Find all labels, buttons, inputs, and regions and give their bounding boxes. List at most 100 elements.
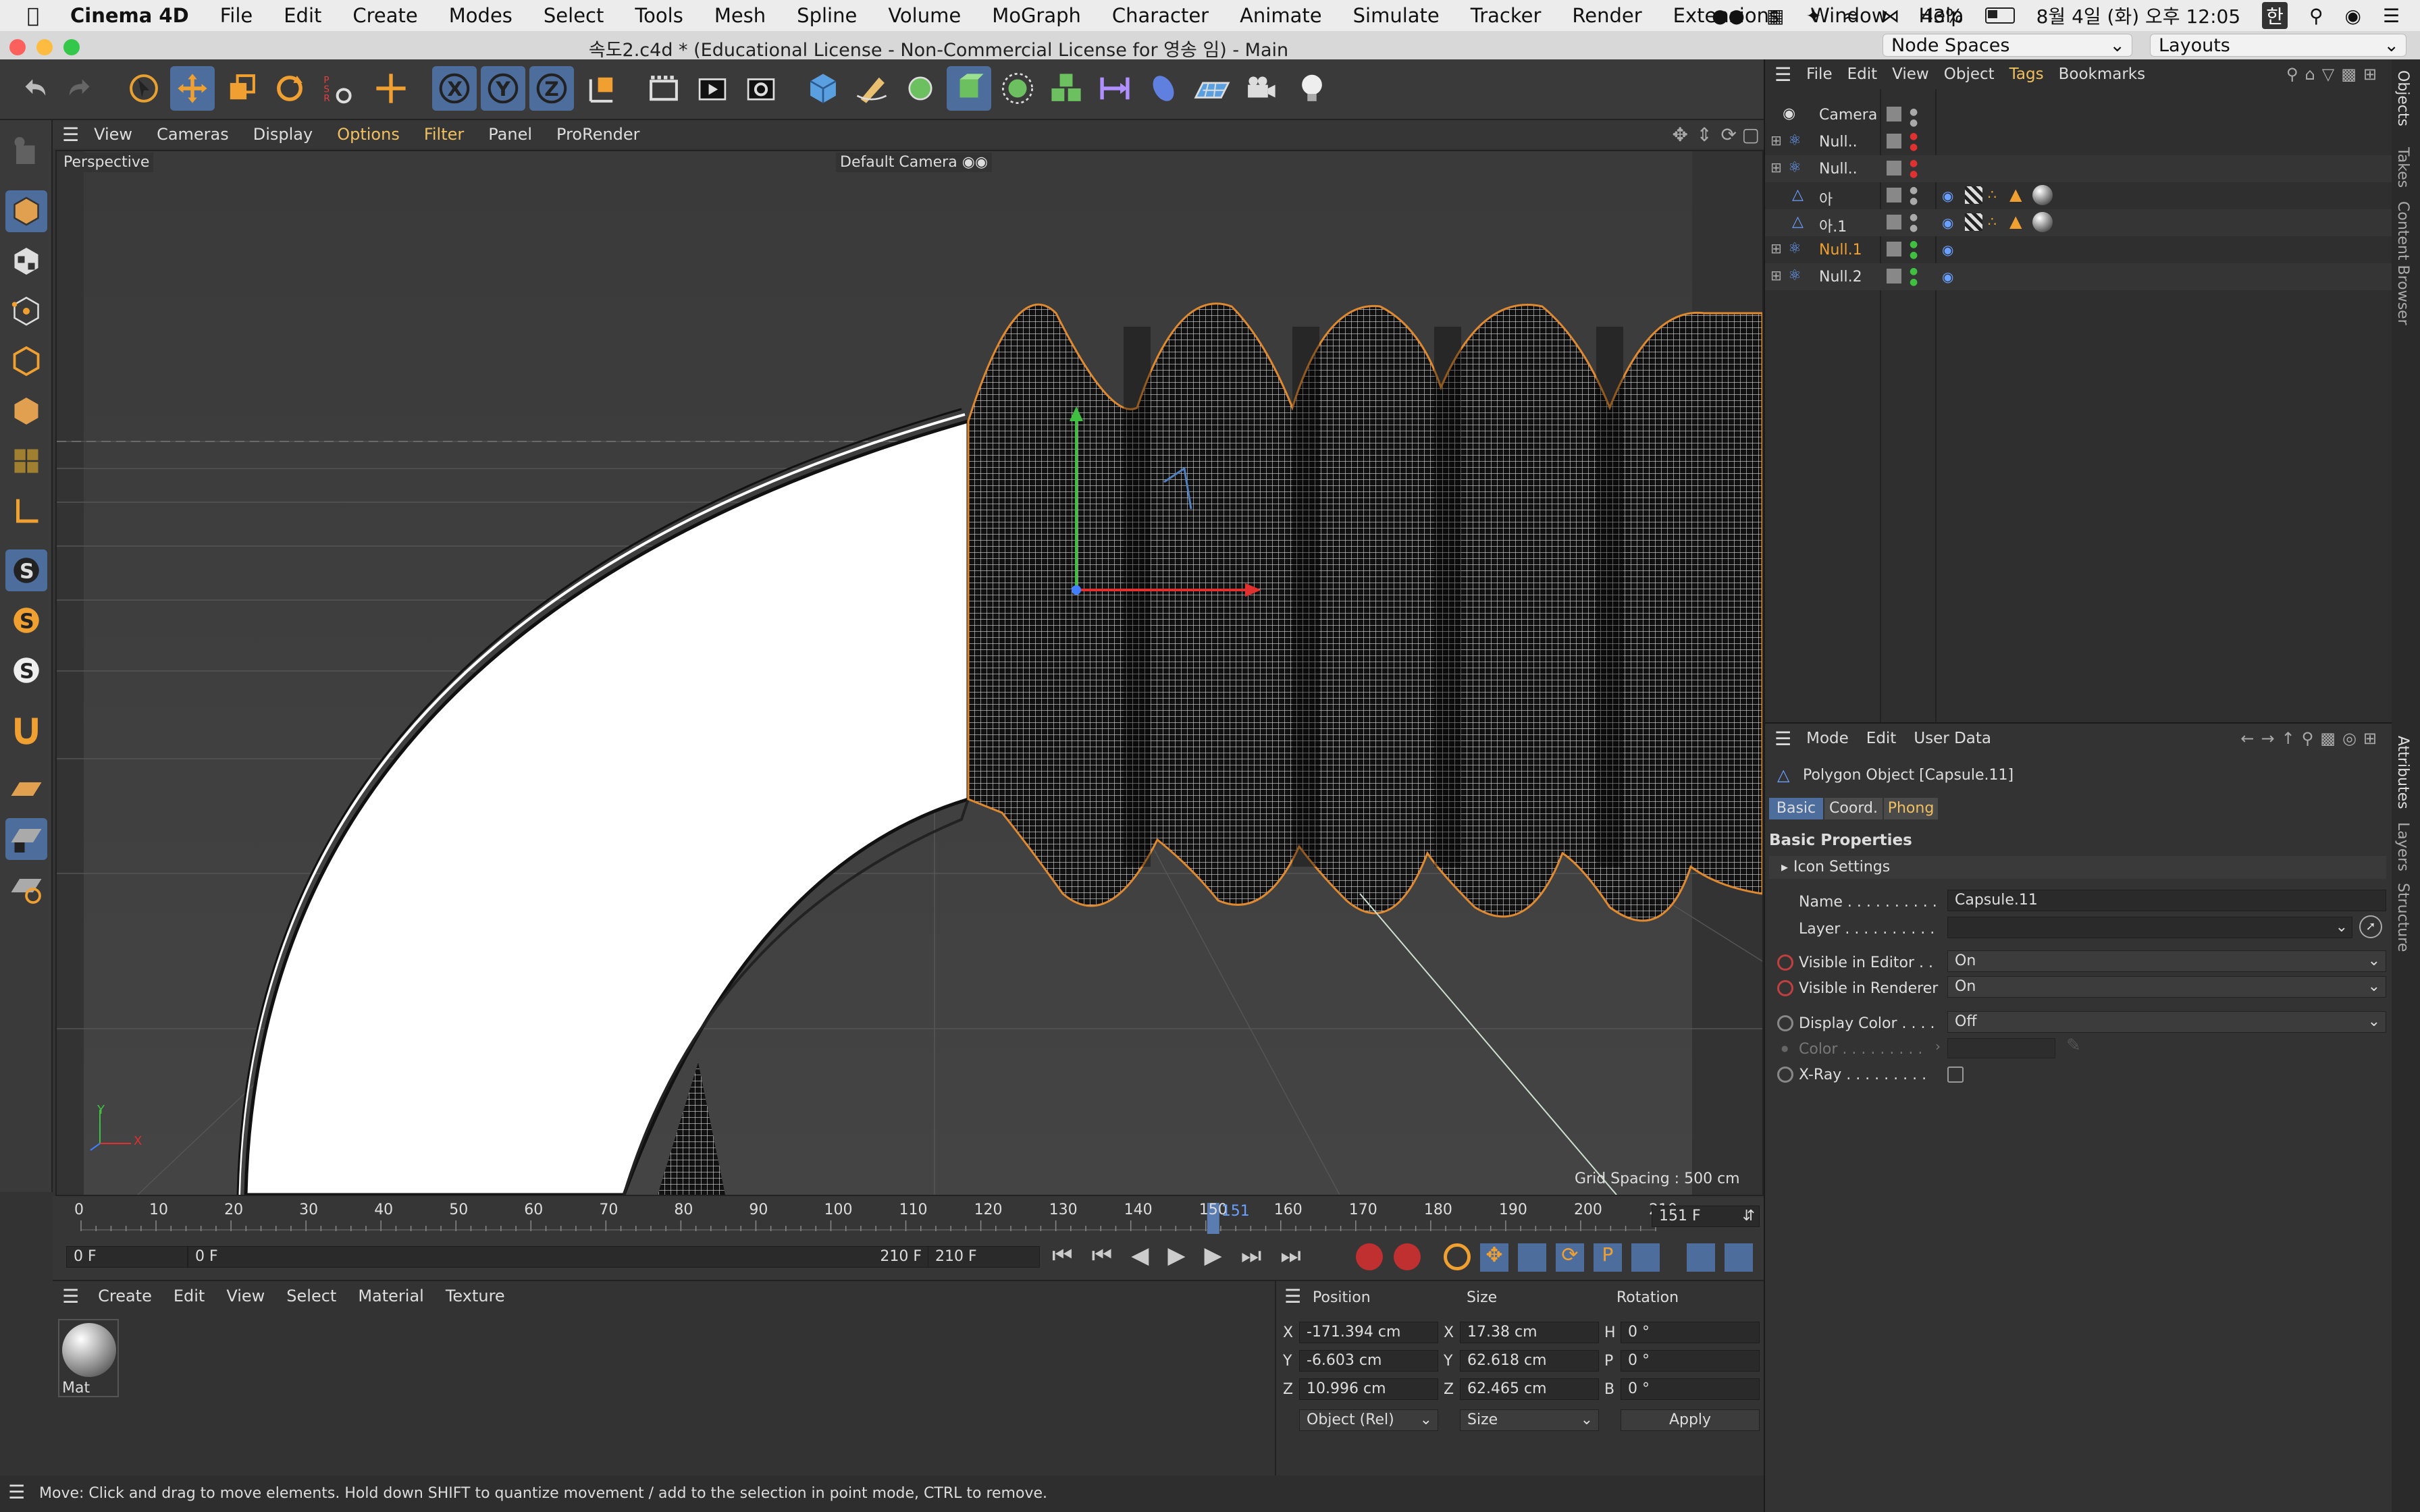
- node-spaces-dropdown[interactable]: Node Spaces ⌄: [1883, 34, 2132, 57]
- pos-y-field[interactable]: -6.603 cm: [1299, 1350, 1438, 1372]
- spotlight-search-icon[interactable]: ⚲: [2309, 5, 2323, 27]
- edges-mode-button[interactable]: [5, 340, 47, 382]
- menu-render[interactable]: Render: [1572, 4, 1641, 27]
- selection-tag-icon[interactable]: ∴: [1988, 186, 1997, 202]
- phong-tag-icon[interactable]: ◉: [1942, 242, 1953, 258]
- side-tab-layers[interactable]: Layers: [2394, 822, 2411, 871]
- array-button[interactable]: [1044, 66, 1088, 111]
- visibility-dots-icon[interactable]: ● ●: [1910, 212, 1918, 234]
- pen-spline-button[interactable]: [849, 66, 894, 111]
- menu-tracker[interactable]: Tracker: [1471, 4, 1542, 27]
- object-menu-edit[interactable]: Edit: [1847, 65, 1878, 83]
- workplane-rotate-button[interactable]: [5, 868, 47, 910]
- pan-view-icon[interactable]: ✥: [1673, 124, 1688, 146]
- scale-tool-button[interactable]: [219, 66, 263, 111]
- material-tag-icon[interactable]: [2032, 212, 2053, 232]
- start-frame-field[interactable]: 0 F: [66, 1246, 188, 1268]
- phong-tag-icon[interactable]: ◉: [1942, 269, 1953, 285]
- light-object-button[interactable]: [1290, 66, 1334, 111]
- coordinate-system-button[interactable]: [579, 66, 624, 111]
- lock-icon[interactable]: ▩: [2320, 729, 2342, 748]
- workplane-button[interactable]: [5, 490, 47, 532]
- extrude-generator-button[interactable]: [947, 66, 991, 111]
- zoom-view-icon[interactable]: ⇕: [1697, 124, 1712, 146]
- move-tool-button[interactable]: [170, 66, 215, 111]
- viewport-menu-panel[interactable]: Panel: [488, 125, 532, 144]
- object-menu-view[interactable]: View: [1892, 65, 1929, 83]
- expand-icon[interactable]: ⊞: [1770, 240, 1782, 256]
- object-menu-tags[interactable]: Tags: [2009, 65, 2044, 83]
- go-to-end-icon[interactable]: ⏭: [1280, 1242, 1301, 1269]
- model-mode-button[interactable]: [5, 190, 47, 232]
- name-field[interactable]: Capsule.11: [1947, 890, 2386, 911]
- menu-select[interactable]: Select: [544, 4, 604, 27]
- search-icon[interactable]: ⚲: [2286, 65, 2305, 84]
- home-icon[interactable]: ⌂: [2305, 65, 2322, 84]
- editor-toggle-icon[interactable]: [1887, 188, 1901, 202]
- hamburger-menu-icon[interactable]: ☰: [62, 1285, 79, 1307]
- rotate-tool-button[interactable]: [267, 66, 312, 111]
- material-menu-material[interactable]: Material: [358, 1287, 424, 1305]
- new-panel-icon[interactable]: ⊞: [2363, 65, 2384, 84]
- menu-volume[interactable]: Volume: [888, 4, 961, 27]
- magnet-button[interactable]: [5, 709, 47, 751]
- menu-simulate[interactable]: Simulate: [1353, 4, 1440, 27]
- hamburger-menu-icon[interactable]: ☰: [1774, 728, 1791, 750]
- viewport-menu-view[interactable]: View: [94, 125, 132, 144]
- polygons-mode-button[interactable]: [5, 390, 47, 432]
- filter-icon[interactable]: ▽: [2322, 65, 2341, 84]
- previous-key-icon[interactable]: ⏮: [1092, 1242, 1113, 1269]
- render-settings-button[interactable]: [739, 66, 783, 111]
- tab-phong[interactable]: Phong: [1884, 798, 1938, 819]
- z-axis-lock-button[interactable]: Z: [529, 66, 574, 111]
- side-tab-content-browser[interactable]: Content Browser: [2394, 201, 2411, 325]
- visibility-dots-icon[interactable]: ● ●: [1910, 158, 1918, 180]
- app-grid-icon[interactable]: ▦: [1766, 5, 1784, 27]
- editor-toggle-icon[interactable]: [1887, 134, 1901, 148]
- perspective-label[interactable]: Perspective: [59, 153, 154, 172]
- editor-toggle-icon[interactable]: [1887, 215, 1901, 230]
- hamburger-menu-icon[interactable]: ☰: [1774, 63, 1791, 86]
- attr-menu-edit[interactable]: Edit: [1866, 730, 1897, 747]
- rot-h-field[interactable]: 0 °: [1621, 1322, 1760, 1343]
- attr-menu-mode[interactable]: Mode: [1806, 730, 1849, 747]
- orbit-view-icon[interactable]: ⟳: [1721, 124, 1737, 146]
- redo-button[interactable]: [58, 66, 103, 111]
- up-arrow-icon[interactable]: ↑: [2282, 729, 2302, 748]
- layouts-dropdown[interactable]: Layouts ⌄: [2150, 34, 2406, 57]
- bend-deformer-button[interactable]: [1093, 66, 1137, 111]
- menu-spline[interactable]: Spline: [797, 4, 857, 27]
- xray-checkbox[interactable]: [1947, 1066, 1964, 1083]
- layer-field[interactable]: ⌄: [1947, 917, 2352, 938]
- pos-x-field[interactable]: -171.394 cm: [1299, 1322, 1438, 1343]
- attr-menu-user-data[interactable]: User Data: [1914, 730, 1991, 747]
- new-panel-icon[interactable]: ⊞: [2363, 729, 2384, 748]
- polygon-selection-tag-icon[interactable]: ▲: [2009, 185, 2022, 204]
- sound-icon[interactable]: [1687, 1243, 1715, 1272]
- visibility-dots-icon[interactable]: ● ●: [1910, 107, 1918, 128]
- hamburger-menu-icon[interactable]: ☰: [62, 124, 79, 146]
- phong-tag-icon[interactable]: ◉: [1942, 188, 1953, 204]
- polygon-selection-tag-icon[interactable]: ▲: [2009, 212, 2022, 231]
- maximize-view-icon[interactable]: ▢: [1742, 124, 1760, 146]
- side-tab-attributes[interactable]: Attributes: [2394, 736, 2411, 809]
- size-x-field[interactable]: 17.38 cm: [1460, 1322, 1599, 1343]
- uvw-tag-icon[interactable]: [1965, 186, 1982, 204]
- layer-picker-icon[interactable]: ➚: [2359, 915, 2382, 938]
- animation-key-icon[interactable]: [1777, 980, 1793, 996]
- material-menu-edit[interactable]: Edit: [174, 1287, 205, 1305]
- tab-basic[interactable]: Basic: [1769, 798, 1823, 819]
- object-row-null-active[interactable]: ⊞ ⚛ Null.1 ● ● ◉: [1765, 236, 2393, 263]
- locked-workplane-button[interactable]: [5, 818, 47, 860]
- control-center-icon[interactable]: ☰: [2383, 5, 2400, 27]
- flash-icon[interactable]: ✦: [1806, 5, 1821, 27]
- material-menu-create[interactable]: Create: [98, 1287, 152, 1305]
- material-menu-view[interactable]: View: [226, 1287, 265, 1305]
- side-tab-structure[interactable]: Structure: [2394, 883, 2411, 952]
- subdivision-surface-button[interactable]: [898, 66, 943, 111]
- hamburger-menu-icon[interactable]: ☰: [1284, 1285, 1301, 1307]
- forward-arrow-icon[interactable]: →: [2261, 729, 2281, 748]
- menu-character[interactable]: Character: [1112, 4, 1209, 27]
- timeline-ruler[interactable]: 0 10 20 30 40 50 60 70 80 90 100 110 120 130 140 150 160…: [53, 1196, 1764, 1237]
- editor-toggle-icon[interactable]: [1887, 107, 1901, 122]
